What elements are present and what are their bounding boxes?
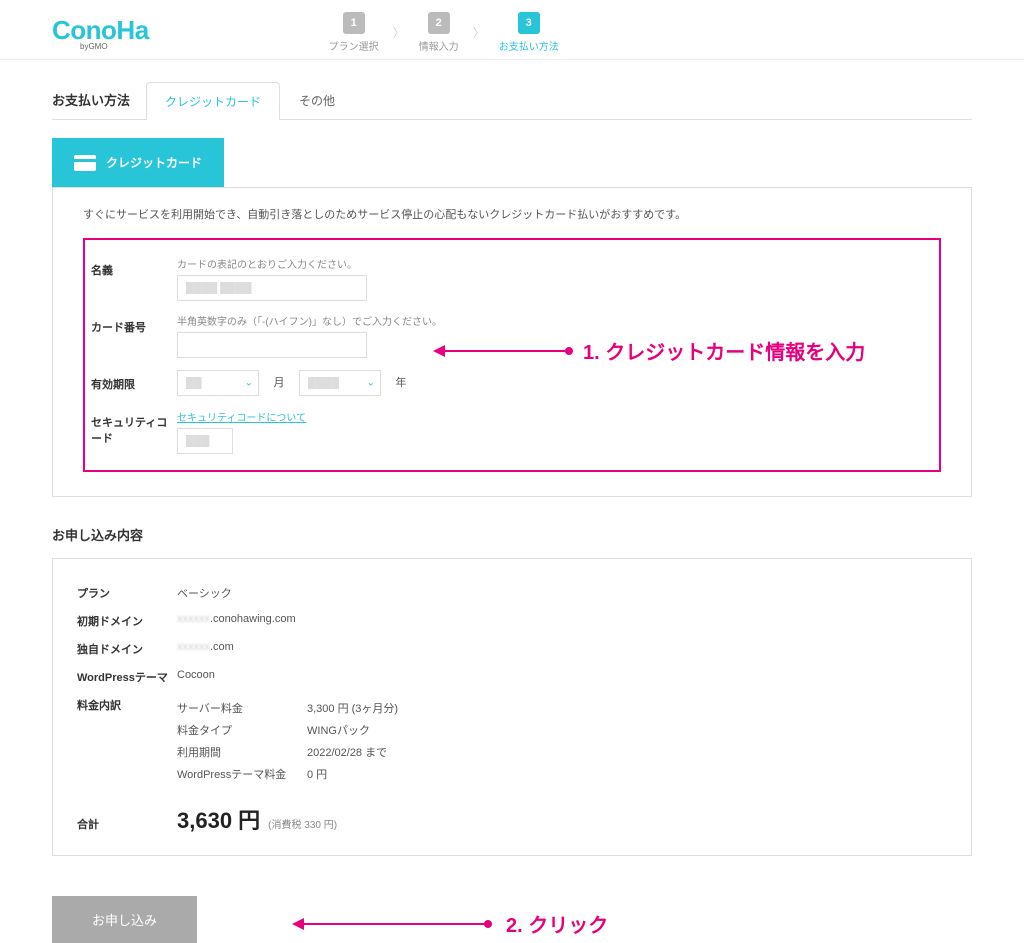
- tab-credit-card[interactable]: クレジットカード: [146, 82, 280, 120]
- summary-panel: プランベーシック 初期ドメインxxxxxx.conohawing.com 独自ド…: [52, 558, 972, 856]
- tabs: お支払い方法 クレジットカード その他: [52, 80, 972, 120]
- annotation-2: 2. クリック: [292, 909, 972, 938]
- label-name: 名義: [91, 256, 177, 278]
- credit-card-button[interactable]: クレジットカード: [52, 138, 224, 187]
- step-3: 3 お支払い方法: [499, 12, 559, 53]
- card-name-input[interactable]: [177, 275, 367, 301]
- submit-button[interactable]: お申し込み: [52, 896, 197, 943]
- credit-card-icon: [74, 155, 96, 171]
- label-cvv: セキュリティコード: [91, 408, 177, 446]
- label-card-number: カード番号: [91, 313, 177, 335]
- annotation-1: 1. クレジットカード情報を入力: [433, 336, 865, 365]
- stepper: 1 プラン選択 〉 2 情報入力 〉 3 お支払い方法: [329, 12, 559, 53]
- card-number-input[interactable]: [177, 332, 367, 358]
- page-title: お支払い方法: [52, 80, 146, 119]
- form-highlight: 名義 カードの表記のとおりご入力ください。 カード番号 半角英数字のみ（「-(ハ…: [83, 238, 941, 472]
- cvv-input[interactable]: [177, 428, 233, 454]
- panel-note: すぐにサービスを利用開始でき、自動引き落としのためサービス停止の心配もないクレジ…: [83, 206, 941, 222]
- expiry-month-select[interactable]: [177, 370, 259, 396]
- cvv-help-link[interactable]: セキュリティコードについて: [177, 409, 306, 424]
- expiry-year-select[interactable]: [299, 370, 381, 396]
- header: ConoHa byGMO 1 プラン選択 〉 2 情報入力 〉 3 お支払い方法: [0, 0, 1024, 60]
- chevron-right-icon: 〉: [473, 24, 485, 41]
- label-expiry: 有効期限: [91, 370, 177, 392]
- step-2: 2 情報入力: [419, 12, 459, 53]
- tab-other[interactable]: その他: [280, 81, 354, 119]
- step-1: 1 プラン選択: [329, 12, 379, 53]
- chevron-right-icon: 〉: [393, 24, 405, 41]
- logo[interactable]: ConoHa byGMO: [52, 15, 149, 51]
- section-title-summary: お申し込み内容: [52, 525, 972, 544]
- payment-panel: すぐにサービスを利用開始でき、自動引き落としのためサービス停止の心配もないクレジ…: [52, 187, 972, 497]
